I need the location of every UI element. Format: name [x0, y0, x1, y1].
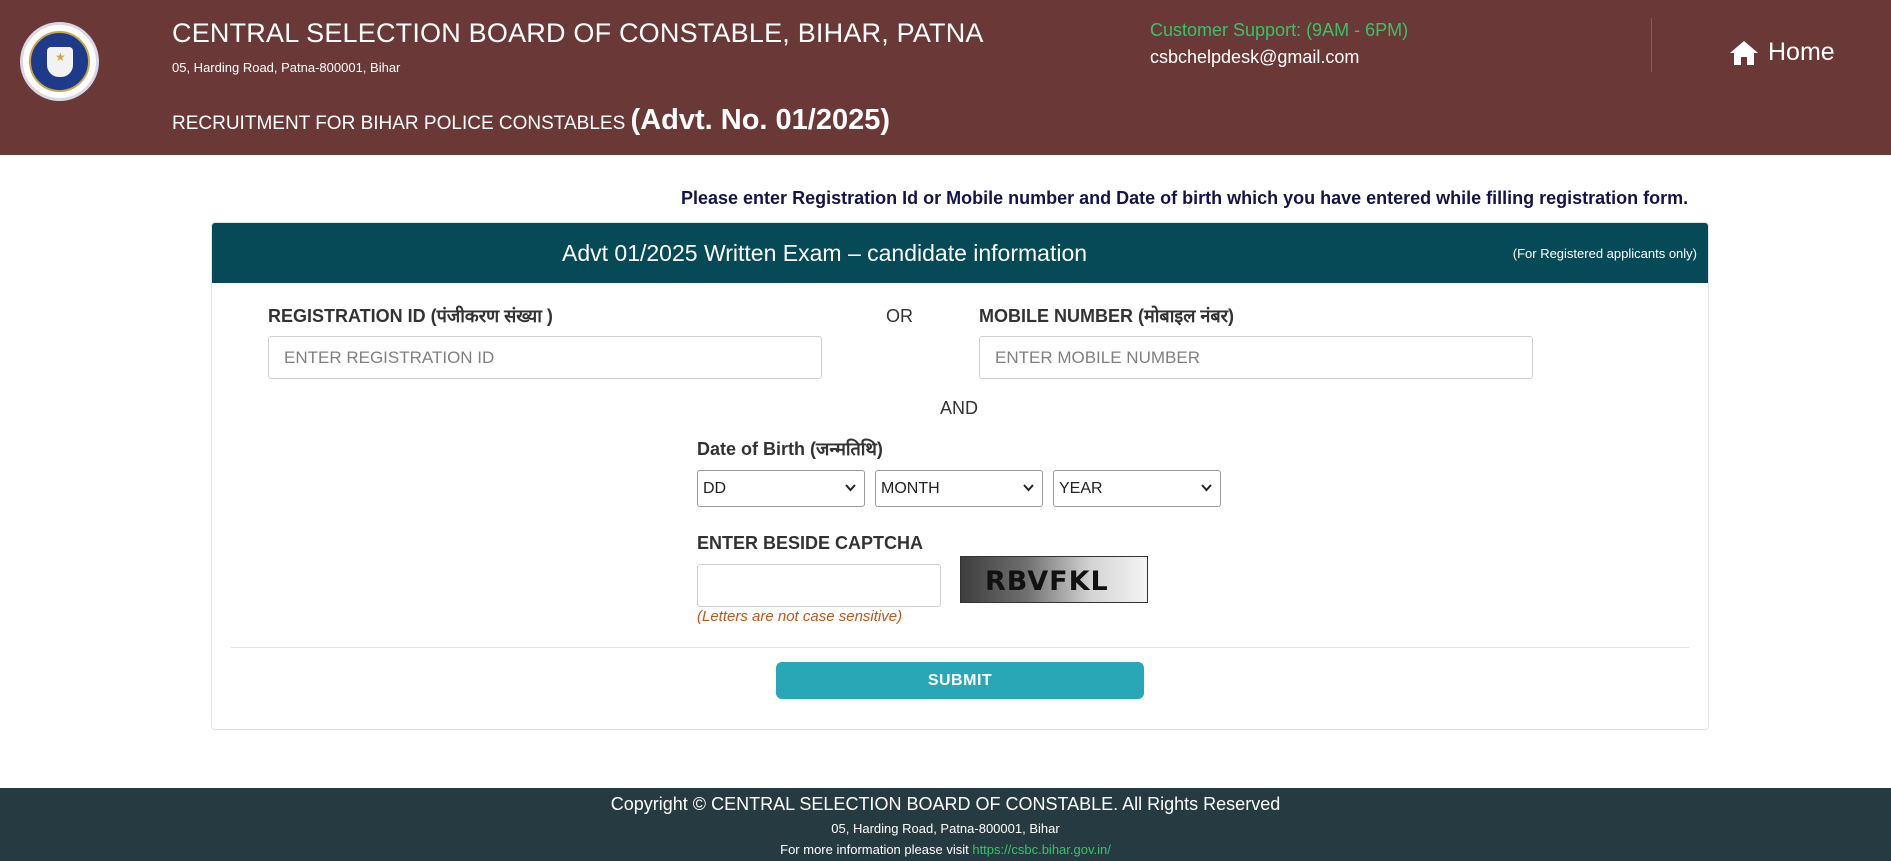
dob-year-select[interactable]: YEAR — [1053, 470, 1221, 507]
captcha-input[interactable] — [697, 564, 941, 607]
home-label: Home — [1768, 38, 1835, 66]
footer-copyright: Copyright © CENTRAL SELECTION BOARD OF C… — [610, 794, 1281, 814]
card-header: Advt 01/2025 Written Exam – candidate in… — [212, 223, 1708, 283]
registered-only-note: (For Registered applicants only) — [1512, 246, 1697, 261]
mobile-number-input[interactable] — [979, 336, 1533, 379]
dob-day-value: DD — [703, 479, 727, 497]
captcha-label: ENTER BESIDE CAPTCHA — [697, 533, 924, 553]
customer-support-label: Customer Support: (9AM - 6PM) — [1150, 20, 1409, 40]
mobile-number-label: MOBILE NUMBER (मोबाइल नंबर) — [979, 306, 1235, 326]
submit-button[interactable]: SUBMIT — [776, 662, 1144, 699]
dob-month-value: MONTH — [881, 479, 940, 497]
captcha-text: RBVFKL — [985, 566, 1109, 597]
recruitment-title: RECRUITMENT FOR BIHAR POLICE CONSTABLES … — [172, 104, 890, 137]
instruction-text: Please enter Registration Id or Mobile n… — [681, 188, 1689, 208]
site-header: ★ CENTRAL SELECTION BOARD OF CONSTABLE, … — [0, 0, 1891, 155]
footer-address: 05, Harding Road, Patna-800001, Bihar — [831, 821, 1060, 836]
form-divider — [231, 647, 1689, 648]
chevron-down-icon — [1023, 484, 1034, 492]
home-link[interactable]: Home — [1728, 38, 1835, 67]
footer-website-link[interactable]: https://csbc.bihar.gov.in/ — [972, 842, 1111, 857]
home-icon — [1730, 40, 1758, 65]
csbc-logo-icon: ★ — [20, 22, 99, 101]
and-separator: AND — [940, 398, 979, 418]
site-footer: Copyright © CENTRAL SELECTION BOARD OF C… — [0, 788, 1891, 861]
dob-month-select[interactable]: MONTH — [875, 470, 1043, 507]
chevron-down-icon — [845, 484, 856, 492]
card-title: Advt 01/2025 Written Exam – candidate in… — [562, 240, 1088, 266]
dob-day-select[interactable]: DD — [697, 470, 865, 507]
registration-id-label: REGISTRATION ID (पंजीकरण संख्या ) — [268, 306, 553, 326]
header-divider — [1651, 18, 1652, 72]
recruitment-advt-number: (Advt. No. 01/2025) — [630, 104, 891, 136]
org-address: 05, Harding Road, Patna-800001, Bihar — [172, 60, 401, 75]
registration-id-input[interactable] — [268, 336, 822, 379]
org-title: CENTRAL SELECTION BOARD OF CONSTABLE, BI… — [172, 18, 984, 48]
dob-year-value: YEAR — [1059, 479, 1103, 497]
dob-label: Date of Birth (जन्मतिथि) — [697, 439, 883, 459]
footer-more-info: For more information please visit https:… — [0, 842, 1891, 857]
support-email: csbchelpdesk@gmail.com — [1150, 47, 1360, 67]
chevron-down-icon — [1201, 484, 1212, 492]
recruitment-prefix: RECRUITMENT FOR BIHAR POLICE CONSTABLES — [172, 113, 626, 134]
or-separator: OR — [886, 306, 913, 326]
captcha-image: RBVFKL — [960, 556, 1148, 603]
captcha-hint: (Letters are not case sensitive) — [697, 608, 903, 625]
footer-more-prefix: For more information please visit — [780, 842, 969, 857]
